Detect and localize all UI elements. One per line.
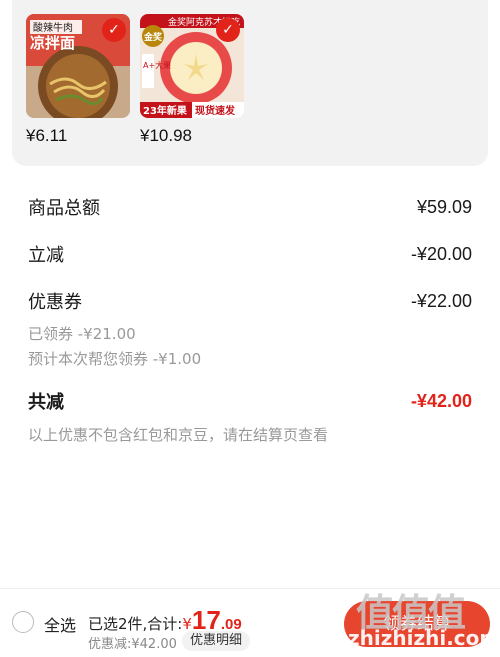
total-discount-row: 共减 -¥42.00 (28, 388, 472, 414)
product-image[interactable]: 酸辣牛肉 凉拌面 ✓ (26, 14, 130, 118)
coupon-value: -¥22.00 (410, 290, 472, 311)
saved-amount-text: 优惠减:¥42.00 (88, 637, 177, 652)
coupon-row[interactable]: 优惠券 -¥22.00 (28, 288, 472, 314)
image-side-label: A+大果 (143, 60, 171, 70)
instant-discount-row: 立减 -¥20.00 (28, 241, 472, 267)
checkout-bar: 全选 已选2件,合计:¥17.09 优惠减:¥42.00 优惠明细 领券结算 (0, 588, 500, 657)
total-discount-label: 共减 (28, 392, 64, 413)
total-discount-value: -¥42.00 (410, 390, 472, 411)
discount-note: 以上优惠不包含红包和京豆，请在结算页查看 (28, 426, 329, 444)
select-all-radio[interactable] (12, 611, 34, 633)
image-badge: 金奖 (143, 31, 163, 43)
discount-detail-button[interactable]: 优惠明细 (182, 631, 251, 651)
cart-summary-page: 酸辣牛肉 凉拌面 ✓ ¥6.11 金奖阿克苏才好吃 金奖 A+大果 23年新果 … (0, 0, 500, 657)
selected-count-text: 已选2件,合计: (88, 615, 183, 633)
product-image[interactable]: 金奖阿克苏才好吃 金奖 A+大果 23年新果 现货速发 ✓ (140, 14, 244, 118)
image-label-main: 凉拌面 (30, 34, 75, 52)
goods-total-value: ¥59.09 (416, 196, 472, 217)
product-card[interactable]: 酸辣牛肉 凉拌面 ✓ ¥6.11 (26, 14, 130, 146)
image-label-top: 酸辣牛肉 (33, 21, 73, 34)
coupon-received-text: 已领券 -¥21.00 (28, 325, 136, 343)
product-price: ¥6.11 (26, 126, 68, 145)
image-label-bottom-left: 23年新果 (143, 104, 188, 117)
instant-discount-label: 立减 (28, 245, 64, 266)
check-icon[interactable]: ✓ (102, 18, 126, 42)
goods-total-label: 商品总额 (28, 198, 100, 219)
selected-products-strip: 酸辣牛肉 凉拌面 ✓ ¥6.11 金奖阿克苏才好吃 金奖 A+大果 23年新果 … (12, 0, 488, 166)
coupon-label: 优惠券 (28, 292, 82, 313)
product-price: ¥10.98 (140, 126, 192, 145)
image-label-bottom-right: 现货速发 (195, 104, 236, 117)
coupon-estimated-text: 预计本次帮您领券 -¥1.00 (28, 350, 202, 368)
select-all-label[interactable]: 全选 (44, 612, 76, 636)
instant-discount-value: -¥20.00 (410, 243, 472, 264)
product-card[interactable]: 金奖阿克苏才好吃 金奖 A+大果 23年新果 现货速发 ✓ ¥10.98 (140, 14, 244, 146)
check-icon[interactable]: ✓ (216, 18, 240, 42)
checkout-button[interactable]: 领券结算 (344, 601, 490, 647)
goods-total-row: 商品总额 ¥59.09 (28, 194, 472, 220)
